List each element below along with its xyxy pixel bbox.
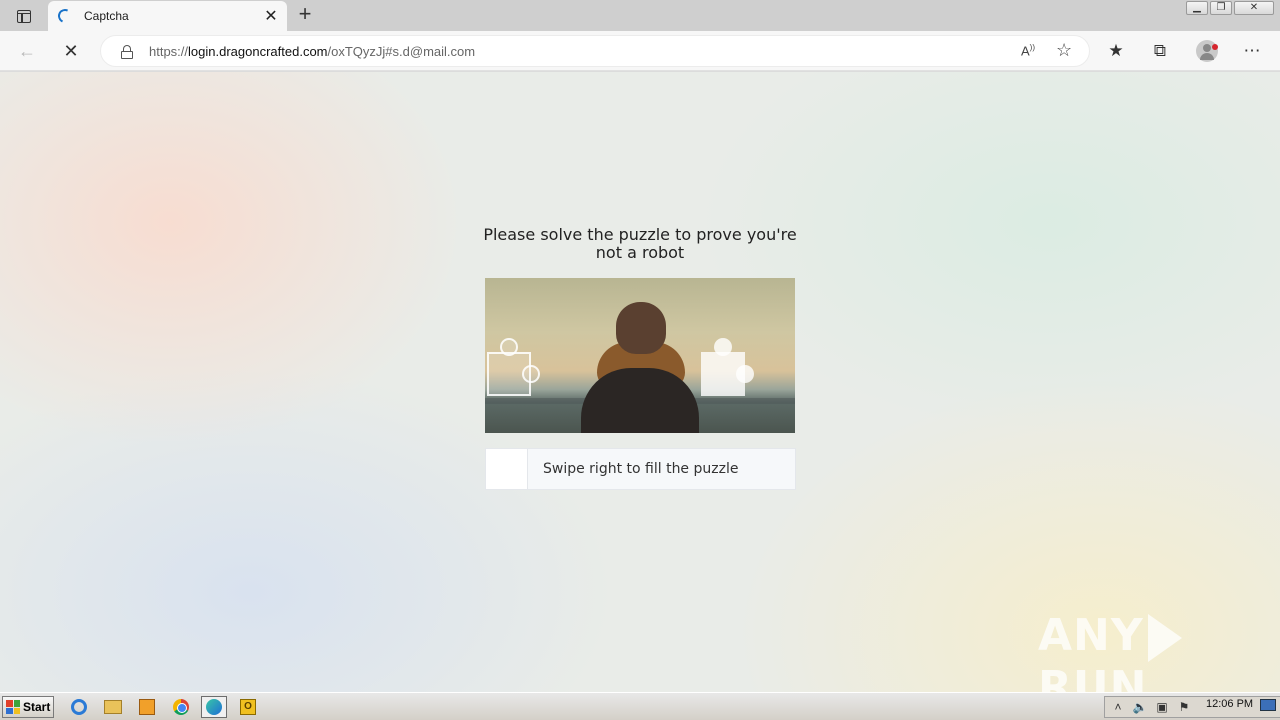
url-host: login.dragoncrafted.com — [188, 44, 328, 59]
outlook-icon[interactable]: O — [235, 696, 261, 718]
loading-spinner-icon — [56, 7, 74, 25]
back-arrow-icon[interactable]: ← — [16, 40, 38, 62]
stop-loading-icon[interactable]: ✕ — [60, 40, 82, 62]
read-aloud-letter: A — [1021, 43, 1030, 59]
watermark-left: ANY — [1038, 610, 1144, 661]
tab-strip: Captcha ✕ + ▁ ❐ ✕ — [0, 0, 1280, 31]
start-label: Start — [23, 700, 51, 714]
network-icon[interactable]: ▣ — [1153, 700, 1171, 714]
tab-actions-icon[interactable] — [8, 4, 40, 28]
new-tab-button[interactable]: + — [294, 3, 316, 26]
profile-notification-dot — [1212, 44, 1218, 50]
person-head — [616, 302, 666, 354]
captcha-slider[interactable]: Swipe right to fill the puzzle — [485, 448, 796, 490]
lock-icon[interactable] — [121, 45, 133, 59]
page-content: Please solve the puzzle to prove you're … — [0, 72, 1280, 713]
clock[interactable]: 12:06 PM — [1206, 698, 1253, 710]
tab-title: Captcha — [84, 9, 129, 23]
puzzle-piece-icon[interactable] — [487, 338, 540, 396]
url-text[interactable]: https://login.dragoncrafted.com/oxTQyzJj… — [149, 44, 475, 59]
tab-captcha[interactable]: Captcha ✕ — [48, 1, 287, 31]
more-icon[interactable]: ⋯ — [1241, 40, 1263, 62]
close-window-button[interactable]: ✕ — [1234, 1, 1274, 15]
minimize-button[interactable]: ▁ — [1186, 1, 1208, 15]
tab-close-icon[interactable]: ✕ — [261, 6, 281, 26]
captcha-image — [485, 278, 795, 433]
slider-handle[interactable] — [486, 449, 528, 489]
address-bar[interactable]: https://login.dragoncrafted.com/oxTQyzJj… — [100, 35, 1090, 67]
captcha-title: Please solve the puzzle to prove you're … — [483, 225, 797, 262]
chrome-icon[interactable] — [168, 696, 194, 718]
window-controls: ▁ ❐ ✕ — [1186, 1, 1274, 15]
browser-toolbar: ← ✕ https://login.dragoncrafted.com/oxTQ… — [0, 31, 1280, 71]
read-aloud-icon[interactable]: A)) — [1021, 43, 1035, 58]
edge-icon[interactable] — [201, 696, 227, 718]
outlook-letter: O — [240, 699, 256, 715]
collections-icon[interactable]: ⧉ — [1149, 40, 1171, 62]
url-path: /oxTQyzJj#s.d@mail.com — [327, 44, 476, 59]
flag-icon[interactable]: ⚑ — [1175, 700, 1193, 714]
slider-label: Swipe right to fill the puzzle — [543, 461, 739, 477]
ie-icon[interactable] — [66, 696, 92, 718]
show-desktop-icon[interactable] — [1260, 699, 1276, 711]
puzzle-slot-icon — [701, 338, 754, 396]
start-button[interactable]: Start — [2, 696, 54, 718]
media-player-icon[interactable] — [134, 696, 160, 718]
add-favorite-icon[interactable]: ☆ — [1056, 40, 1072, 61]
taskbar: Start O ˄ 🔈 ▣ ⚑ 12:06 PM — [0, 692, 1280, 720]
folder-icon[interactable] — [100, 696, 126, 718]
chevron-up-icon[interactable]: ˄ — [1109, 700, 1127, 714]
system-tray: ˄ 🔈 ▣ ⚑ — [1104, 696, 1280, 718]
windows-logo-icon — [6, 700, 20, 714]
restore-button[interactable]: ❐ — [1210, 1, 1232, 15]
favorites-icon[interactable]: ★ — [1105, 40, 1127, 62]
url-prefix: https:// — [149, 44, 189, 59]
volume-icon[interactable]: 🔈 — [1131, 700, 1149, 714]
play-icon — [1147, 614, 1182, 662]
